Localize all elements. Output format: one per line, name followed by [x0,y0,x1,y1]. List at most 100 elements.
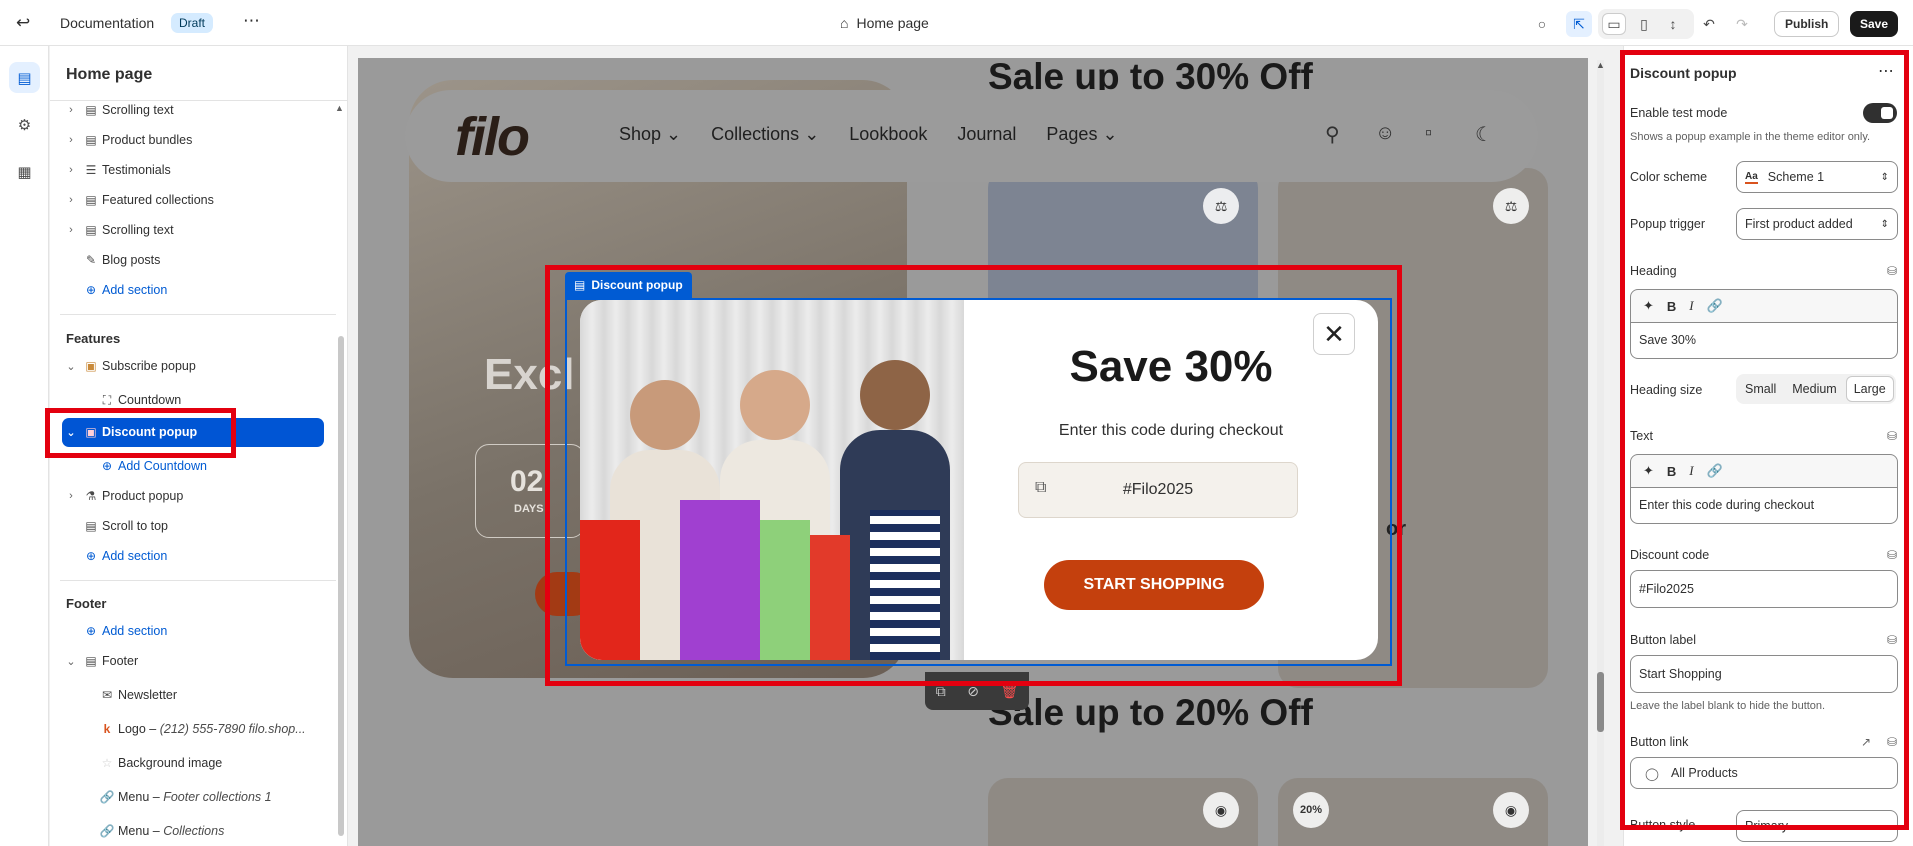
button-link-label: Button link [1630,735,1689,749]
block-item-menu-2[interactable]: 🔗 Menu – Collections [96,817,225,845]
chevron-right-icon[interactable]: › [62,224,80,236]
section-item-scrolling-text[interactable]: › ▤ Scrolling text [62,96,173,124]
button-style-select[interactable]: Primary [1736,810,1898,842]
dynamic-source-icon[interactable]: ⛁ [1887,264,1897,278]
cart-icon[interactable]: ▫ [1425,122,1432,145]
page-selector[interactable]: ⌂ Home page [840,15,929,31]
button-label-input[interactable]: Start Shopping [1630,655,1898,693]
add-section-button[interactable]: ⊕ Add section [80,542,167,570]
add-section-button[interactable]: ⊕ Add section [80,617,167,645]
publish-button[interactable]: Publish [1774,11,1840,37]
dynamic-source-icon[interactable]: ⛁ [1887,735,1897,749]
undo-icon[interactable]: ↶ [1696,11,1722,37]
block-item-background-image[interactable]: ☆ Background image [96,749,223,777]
nav-shop[interactable]: Shop ⌄ [619,124,681,145]
chevron-down-icon[interactable]: ⌄ [62,655,80,668]
dynamic-source-icon[interactable]: ⛁ [1887,548,1897,562]
section-item-product-popup[interactable]: › ⚗ Product popup [62,482,183,510]
mobile-icon[interactable]: ▯ [1632,13,1656,35]
italic-icon[interactable]: I [1689,463,1693,479]
settings-gear-icon[interactable]: ⚙ [9,109,40,140]
copy-icon[interactable]: ⧉ [1035,479,1046,497]
dynamic-source-icon[interactable]: ⛁ [1887,429,1897,443]
panel-scrollbar[interactable] [338,336,344,836]
block-item-logo[interactable]: k Logo – (212) 555-7890 filo.shop... [96,715,306,743]
test-mode-toggle[interactable] [1863,103,1897,123]
block-item-countdown[interactable]: ⛶ Countdown [96,386,181,414]
select-element-icon[interactable]: ⇱ [1566,11,1592,37]
section-item-subscribe-popup[interactable]: ⌄ ▣ Subscribe popup [62,352,195,380]
link-icon[interactable]: 🔗 [1707,298,1723,314]
discount-code-input[interactable]: #Filo2025 [1630,570,1898,608]
search-icon[interactable]: ⚲ [1325,122,1340,147]
theme-toggle-moon-icon[interactable]: ☾ [1475,122,1493,147]
more-actions-icon[interactable]: ⋯ [243,11,261,31]
fullscreen-icon[interactable]: ↕ [1661,13,1685,35]
hide-eye-icon[interactable]: ⊘ [967,683,979,700]
chevron-right-icon[interactable]: › [62,490,80,502]
chevron-down-icon[interactable]: ⌄ [62,426,80,439]
section-item-featured-collections[interactable]: › ▤ Featured collections [62,186,214,214]
external-link-icon[interactable]: ↗ [1861,735,1871,749]
dynamic-source-icon[interactable]: ⛁ [1887,633,1897,647]
preview-scrollbar-thumb[interactable] [1597,672,1604,732]
nav-lookbook[interactable]: Lookbook [849,124,927,145]
sections-icon[interactable]: ▤ [9,62,40,93]
nav-pages[interactable]: Pages ⌄ [1046,124,1117,145]
button-link-input[interactable]: ◯ All Products [1630,757,1898,789]
chevron-down-icon[interactable]: ⌄ [62,360,80,373]
section-item-scroll-to-top[interactable]: ▤ Scroll to top [80,512,168,540]
block-item-newsletter[interactable]: ✉ Newsletter [96,681,177,709]
chevron-right-icon[interactable]: › [62,134,80,146]
quick-view-eye-icon[interactable]: ◉ [1493,792,1529,828]
add-section-button[interactable]: ⊕ Add section [80,276,167,304]
bold-icon[interactable]: B [1667,299,1676,314]
section-item-testimonials[interactable]: › ☰ Testimonials [62,156,171,184]
logo-icon: k [103,722,111,736]
compare-icon[interactable]: ⚖ [1203,188,1239,224]
countdown-number: 02 [510,465,544,498]
size-option-medium[interactable]: Medium [1785,376,1843,402]
size-option-large[interactable]: Large [1845,376,1894,402]
desktop-icon[interactable]: ▭ [1602,13,1626,35]
account-icon[interactable]: ☺ [1375,122,1395,145]
bold-icon[interactable]: B [1667,464,1676,479]
compare-icon[interactable]: ⚖ [1493,188,1529,224]
start-shopping-button[interactable]: START SHOPPING [1044,560,1264,610]
section-item-scrolling-text-2[interactable]: › ▤ Scrolling text [62,216,173,244]
section-item-blog-posts[interactable]: ✎ Blog posts [80,246,160,274]
add-countdown-button[interactable]: ⊕ Add Countdown [96,452,207,480]
size-option-small[interactable]: Small [1738,376,1783,402]
popup-trigger-select[interactable]: First product added ⇕ [1736,208,1898,240]
redo-icon[interactable]: ↷ [1729,11,1755,37]
italic-icon[interactable]: I [1689,298,1693,314]
button-label-help: Leave the label blank to hide the button… [1630,700,1826,712]
nav-journal[interactable]: Journal [957,124,1016,145]
text-editor[interactable]: Enter this code during checkout [1630,488,1898,524]
scroll-up-arrow-icon[interactable]: ▲ [1596,60,1605,70]
chevron-right-icon[interactable]: › [62,104,80,116]
scroll-up-arrow-icon[interactable]: ▲ [335,103,344,113]
duplicate-icon[interactable]: ⧉ [936,683,946,700]
chevron-right-icon[interactable]: › [62,194,80,206]
store-logo[interactable]: filo [455,106,530,168]
exit-icon[interactable]: ↩ [16,13,30,33]
quick-view-eye-icon[interactable]: ◉ [1203,792,1239,828]
more-options-icon[interactable]: ⋯ [1878,61,1894,81]
ai-sparkle-icon[interactable]: ✦ [1643,298,1654,314]
inspector-icon[interactable]: ○ [1529,11,1555,37]
chevron-right-icon[interactable]: › [62,164,80,176]
section-item-discount-popup[interactable]: ⌄ ▣ Discount popup [62,418,197,446]
nav-collections[interactable]: Collections ⌄ [711,124,819,145]
link-icon[interactable]: 🔗 [1707,463,1723,479]
section-item-footer[interactable]: ⌄ ▤ Footer [62,647,138,675]
color-scheme-select[interactable]: Aa Scheme 1 ⇕ [1736,161,1898,193]
heading-editor[interactable]: Save 30% [1630,323,1898,359]
save-button[interactable]: Save [1850,11,1899,37]
apps-icon[interactable]: ▦ [9,156,40,187]
delete-icon[interactable]: 🗑 [1000,683,1018,700]
block-item-menu-1[interactable]: 🔗 Menu – Footer collections 1 [96,783,272,811]
section-item-product-bundles[interactable]: › ▤ Product bundles [62,126,192,154]
discount-code-box[interactable]: ⧉ #Filo2025 [1018,462,1298,518]
ai-sparkle-icon[interactable]: ✦ [1643,463,1654,479]
